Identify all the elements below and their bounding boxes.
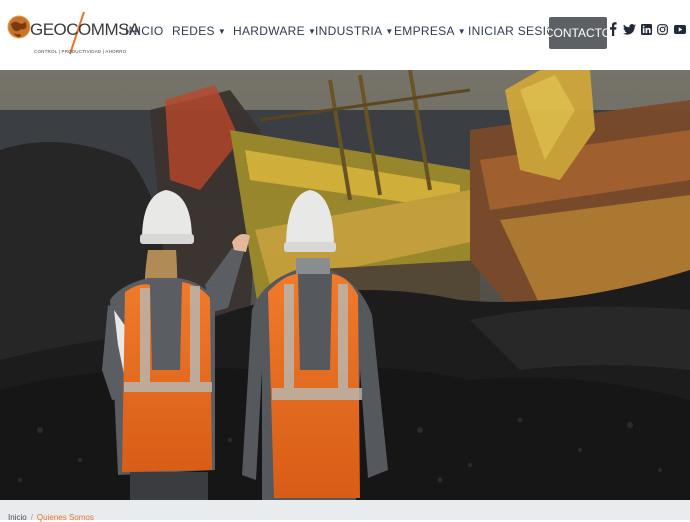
chevron-down-icon: ▼ bbox=[457, 27, 467, 36]
twitter-icon[interactable] bbox=[622, 22, 636, 36]
nav-item-empresa[interactable]: EMPRESA ▼ bbox=[394, 24, 466, 38]
youtube-icon[interactable] bbox=[673, 22, 686, 36]
brand-logo[interactable]: GEOCOMMSA CONTROL | PRODUCTIVIDAD | AHOR… bbox=[4, 6, 140, 62]
nav-item-inicio[interactable]: INICIO bbox=[125, 24, 163, 38]
breadcrumb-separator: / bbox=[30, 513, 33, 522]
brand-name: GEOCOMMSA bbox=[30, 20, 140, 39]
breadcrumb-home-link[interactable]: Inicio bbox=[8, 513, 27, 522]
facebook-icon[interactable] bbox=[607, 22, 619, 36]
nav-item-redes[interactable]: REDES ▼ bbox=[172, 24, 226, 38]
mining-workers-photo bbox=[0, 70, 690, 500]
contact-button[interactable]: CONTACTO bbox=[545, 17, 611, 49]
chevron-down-icon: ▼ bbox=[385, 27, 394, 36]
linkedin-icon[interactable] bbox=[640, 22, 652, 36]
brand-tagline: CONTROL | PRODUCTIVIDAD | AHORRO bbox=[34, 49, 127, 54]
hero-image bbox=[0, 70, 690, 500]
nav-item-label: REDES bbox=[172, 24, 215, 38]
instagram-icon[interactable] bbox=[656, 22, 668, 36]
breadcrumb: Inicio / Quienes Somos bbox=[0, 500, 690, 522]
nav-item-label: EMPRESA bbox=[394, 24, 455, 38]
breadcrumb-current: Quienes Somos bbox=[36, 513, 94, 522]
breadcrumb-trail: Inicio / Quienes Somos bbox=[8, 513, 94, 522]
globe-icon bbox=[7, 15, 31, 39]
nav-item-label: INDUSTRIA bbox=[315, 24, 383, 38]
nav-item-hardware[interactable]: HARDWARE ▼ bbox=[233, 24, 316, 38]
nav-item-label: INICIO bbox=[125, 24, 164, 38]
nav-item-label: HARDWARE bbox=[233, 24, 305, 38]
site-header: GEOCOMMSA CONTROL | PRODUCTIVIDAD | AHOR… bbox=[0, 0, 690, 70]
chevron-down-icon: ▼ bbox=[217, 27, 227, 36]
nav-item-industria[interactable]: INDUSTRIA ▼ bbox=[315, 24, 394, 38]
